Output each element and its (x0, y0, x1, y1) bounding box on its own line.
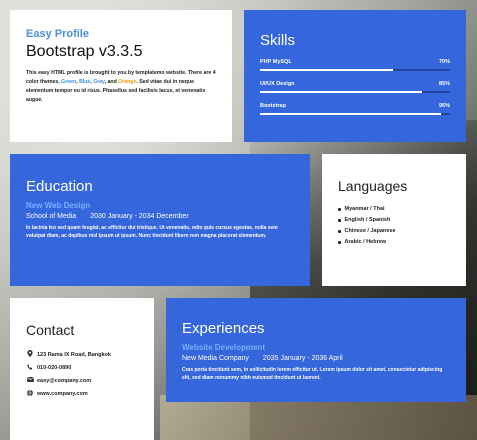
skill-progress-bar (260, 91, 450, 93)
experiences-company: New Media Company (182, 355, 249, 362)
education-heading: Education (26, 178, 93, 195)
profile-description: This easy HTML profile is brought to you… (26, 69, 216, 105)
profile-card: Easy Profile Bootstrap v3.3.5 This easy … (10, 10, 232, 142)
languages-card: Languages Myanmar / Thai English / Spani… (322, 154, 466, 286)
education-description: In lacinia leo sed quam feugiat, ac effi… (26, 225, 278, 239)
language-label: English / Spanish (344, 217, 391, 223)
contact-address: 123 Rama IX Road, Bangkok (26, 348, 138, 361)
education-school: School of Media (26, 213, 77, 220)
contact-website[interactable]: www.company.com (26, 387, 138, 400)
theme-blue-link[interactable]: Blue (79, 79, 90, 85)
skills-heading: Skills (260, 32, 296, 49)
skill-progress-bar (260, 113, 450, 115)
list-item: Myanmar / Thai (338, 204, 450, 215)
skill-progress-bar (260, 69, 450, 71)
map-marker-icon (26, 350, 34, 359)
contact-text: easy@company.com (37, 377, 92, 384)
experiences-subtitle: Website Development (182, 343, 265, 352)
profile-title: Bootstrap v3.3.5 (26, 43, 143, 60)
contact-email[interactable]: easy@company.com (26, 374, 138, 387)
contact-phone[interactable]: 010-020-0890 (26, 361, 138, 374)
globe-icon (26, 389, 34, 398)
skill-label: UI/UX Design (260, 81, 295, 87)
skill-percent: 95% (438, 103, 450, 109)
skill-progress-fill (260, 69, 393, 71)
language-label: Arabic / Hebrew (344, 239, 387, 245)
languages-heading: Languages (338, 178, 408, 194)
separator: , and (104, 79, 119, 85)
skill-progress-fill (260, 91, 422, 93)
education-subtitle: New Web Design (26, 201, 91, 210)
skills-card: Skills PHP MySQL 70% UI/UX Design 85% Bo… (244, 10, 466, 142)
contact-card: Contact 123 Rama IX Road, Bangkok 010-02… (10, 298, 154, 440)
skill-percent: 85% (438, 81, 450, 87)
list-item: Arabic / Hebrew (338, 237, 450, 248)
list-item: Chinese / Japanese (338, 226, 450, 237)
contact-text: www.company.com (37, 390, 88, 397)
envelope-icon (26, 376, 34, 384)
skill-percent: 70% (438, 59, 450, 65)
experiences-description: Cras porta tincidunt sem, in sollicitudi… (182, 367, 443, 381)
profile-subtitle: Easy Profile (26, 28, 89, 40)
contact-text: 010-020-0890 (37, 364, 72, 371)
contact-heading: Contact (26, 322, 75, 338)
education-dates: 2030 January - 2034 December (90, 213, 189, 220)
bullet-icon (338, 219, 341, 222)
list-item: English / Spanish (338, 215, 450, 226)
language-label: Chinese / Japanese (344, 228, 396, 234)
contact-text: 123 Rama IX Road, Bangkok (37, 351, 111, 358)
languages-list: Myanmar / Thai English / Spanish Chinese… (338, 204, 450, 248)
skill-label: Bootstrap (260, 103, 286, 109)
theme-gray-link[interactable]: Gray (93, 79, 104, 85)
bullet-icon (338, 208, 341, 211)
experiences-card: Experiences Website Development New Medi… (166, 298, 466, 402)
experiences-heading: Experiences (182, 320, 265, 337)
bullet-icon (338, 230, 341, 233)
phone-icon (26, 363, 34, 372)
skill-label: PHP MySQL (260, 59, 292, 65)
bullet-icon (338, 241, 341, 244)
skill-item: Bootstrap 95% (260, 103, 450, 115)
theme-green-link[interactable]: Green (61, 79, 76, 85)
experiences-dates: 2035 January - 2036 April (262, 355, 343, 362)
education-card: Education New Web Design School of Media… (10, 154, 310, 286)
skill-progress-fill (260, 113, 441, 115)
skill-item: PHP MySQL 70% (260, 59, 450, 71)
skill-item: UI/UX Design 85% (260, 81, 450, 93)
language-label: Myanmar / Thai (344, 206, 385, 212)
theme-orange-link[interactable]: Orange (118, 79, 136, 85)
